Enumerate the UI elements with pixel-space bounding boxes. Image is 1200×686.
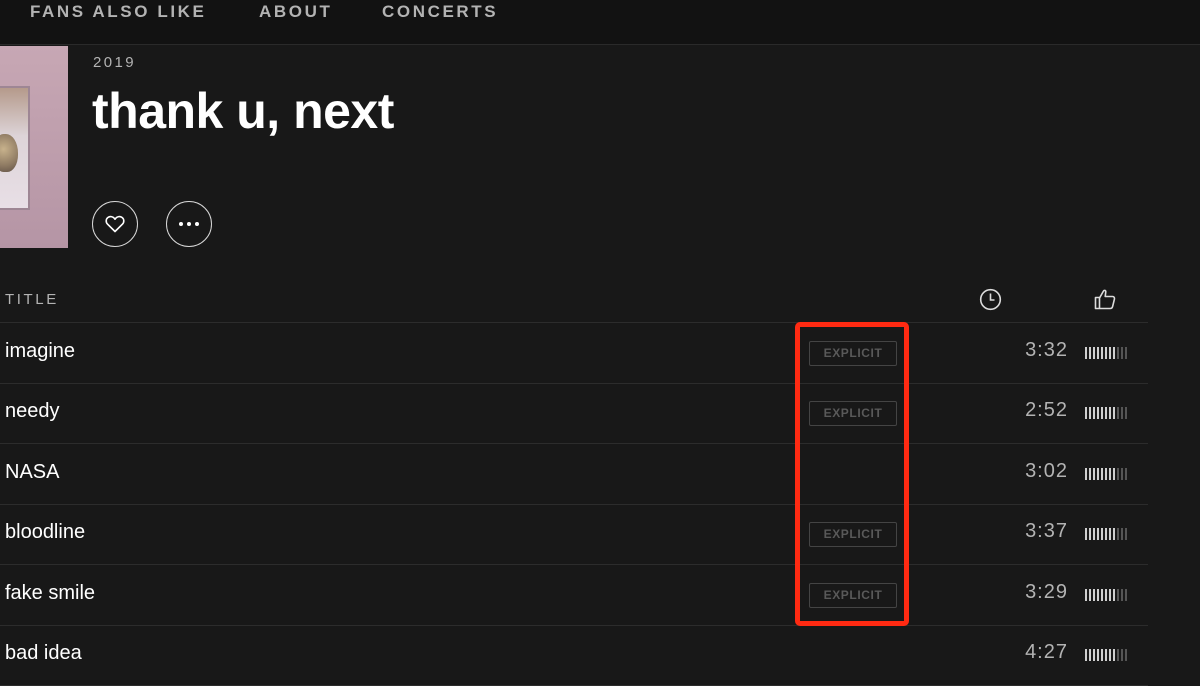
- album-cover[interactable]: [0, 46, 68, 248]
- popularity-bar: [1085, 347, 1127, 359]
- popularity-bar: [1085, 588, 1127, 601]
- more-options-button[interactable]: [166, 201, 212, 247]
- tab-concerts[interactable]: CONCERTS: [382, 2, 498, 22]
- popularity-bar: [1085, 407, 1127, 420]
- popularity-bar: [1085, 649, 1127, 661]
- track-row[interactable]: imagine EXPLICIT 3:32: [0, 323, 1148, 384]
- heart-icon: [105, 215, 125, 233]
- track-duration: 2:52: [1025, 399, 1068, 422]
- tab-about[interactable]: ABOUT: [259, 2, 332, 22]
- track-name[interactable]: fake smile: [5, 582, 95, 605]
- track-name[interactable]: bad idea: [5, 642, 82, 665]
- track-duration: 3:37: [1025, 520, 1068, 543]
- track-duration: 3:29: [1025, 580, 1068, 603]
- track-name[interactable]: imagine: [5, 340, 75, 363]
- track-row[interactable]: bad idea 4:27: [0, 625, 1148, 686]
- column-title-header[interactable]: TITLE: [5, 291, 59, 308]
- more-options-icon: [179, 222, 199, 226]
- track-name[interactable]: bloodline: [5, 521, 85, 544]
- tab-fans-also-like[interactable]: FANS ALSO LIKE: [30, 2, 207, 22]
- album-title: thank u, next: [92, 83, 394, 139]
- track-row[interactable]: needy EXPLICIT 2:52: [0, 383, 1148, 445]
- track-row[interactable]: NASA 3:02: [0, 444, 1148, 505]
- explicit-highlight-box: [795, 322, 909, 626]
- top-navigation: FANS ALSO LIKE ABOUT CONCERTS: [0, 0, 1200, 45]
- tracklist-header: TITLE: [0, 284, 1148, 323]
- like-button[interactable]: [92, 201, 138, 247]
- popularity-bar: [1085, 528, 1127, 541]
- popularity-bar: [1085, 467, 1127, 480]
- track-duration: 4:27: [1025, 641, 1068, 663]
- track-name[interactable]: NASA: [5, 461, 59, 484]
- track-row[interactable]: fake smile EXPLICIT 3:29: [0, 565, 1148, 626]
- track-row[interactable]: bloodline EXPLICIT 3:37: [0, 504, 1148, 566]
- album-year: 2019: [93, 54, 136, 71]
- clock-icon: [979, 288, 1002, 311]
- duration-column-header[interactable]: [979, 288, 1002, 316]
- thumbs-up-icon: [1094, 289, 1116, 310]
- popularity-column-header[interactable]: [1093, 287, 1117, 316]
- track-duration: 3:32: [1025, 339, 1068, 361]
- track-duration: 3:02: [1025, 459, 1068, 482]
- track-name[interactable]: needy: [5, 400, 60, 423]
